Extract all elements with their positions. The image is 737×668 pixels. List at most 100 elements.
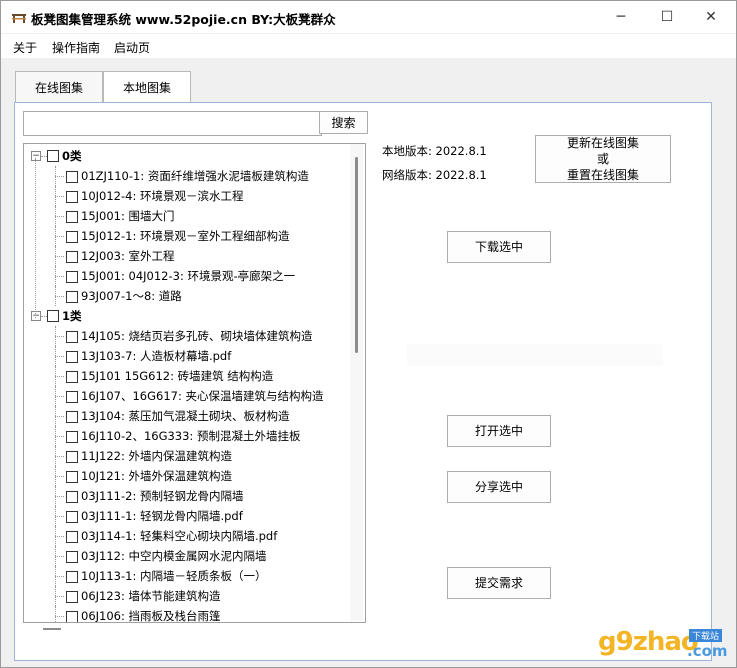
- maximize-button[interactable]: ☐: [644, 1, 690, 33]
- tree-connector: [55, 456, 64, 457]
- item-checkbox[interactable]: [66, 271, 78, 283]
- tree-connector: [55, 196, 64, 197]
- tree-item-label: 93J007-1～8: 道路: [81, 289, 182, 303]
- item-checkbox[interactable]: [66, 451, 78, 463]
- tree-item-label: 16J110-2、16G333: 预制混凝土外墙挂板: [81, 429, 301, 443]
- download-selected-button[interactable]: 下载选中: [447, 231, 551, 263]
- close-button[interactable]: ✕: [688, 1, 734, 33]
- tree-item-label: 06J123: 墙体节能建筑构造: [81, 589, 221, 603]
- item-checkbox[interactable]: [66, 571, 78, 583]
- window-title: 板凳图集管理系统 www.52pojie.cn BY:大板凳群众: [31, 12, 336, 27]
- item-checkbox[interactable]: [66, 411, 78, 423]
- menu-startpage[interactable]: 启动页: [114, 39, 150, 56]
- item-checkbox[interactable]: [66, 551, 78, 563]
- watermark-logo: g9zhao: [598, 627, 699, 657]
- item-checkbox[interactable]: [66, 231, 78, 243]
- item-checkbox[interactable]: [66, 291, 78, 303]
- tree-item-label: 03J114-1: 轻集料空心砌块内隔墙.pdf: [81, 529, 278, 543]
- item-checkbox[interactable]: [66, 511, 78, 523]
- group-checkbox[interactable]: [47, 310, 59, 322]
- vertical-scroll-thumb[interactable]: [355, 157, 358, 353]
- menu-guide[interactable]: 操作指南: [52, 39, 100, 56]
- tree-connector: [55, 176, 64, 177]
- tree-connector: [55, 476, 64, 477]
- net-version-label: 网络版本: 2022.8.1: [382, 168, 487, 182]
- tree-item-label: 13J103-7: 人造板材幕墙.pdf: [81, 349, 232, 363]
- tree-item-label: 15J001: 围墙大门: [81, 209, 175, 223]
- tree-root-connector: [35, 158, 36, 318]
- tab-local-atlas[interactable]: 本地图集: [103, 71, 191, 103]
- tree-connector: [55, 576, 64, 577]
- menu-bar: 关于 操作指南 启动页: [1, 34, 736, 58]
- tree-group-label: 1类: [62, 309, 82, 323]
- minimize-button[interactable]: ─: [598, 1, 644, 33]
- horizontal-scrollbar[interactable]: [24, 621, 350, 629]
- group-checkbox[interactable]: [47, 150, 59, 162]
- tree-connector: [55, 256, 64, 257]
- atlas-tree: − 0类 01ZJ110-1: 资面纤维增强水泥墙板建筑构造 10J012-4: 环境…: [23, 143, 366, 623]
- watermark-badge: 下载站: [689, 629, 723, 642]
- item-checkbox[interactable]: [66, 591, 78, 603]
- tree-connector: [55, 336, 64, 337]
- tree-connector: [55, 436, 64, 437]
- tree-item-label: 03J112: 中空内模金属网水泥内隔墙: [81, 549, 267, 563]
- tree-connector: [55, 216, 64, 217]
- tree-connector: [55, 236, 64, 237]
- tree-connector: [55, 276, 64, 277]
- app-window: 板凳图集管理系统 www.52pojie.cn BY:大板凳群众 关于 操作指南…: [0, 0, 737, 668]
- item-checkbox[interactable]: [66, 531, 78, 543]
- update-line-1: 更新在线图集: [566, 136, 639, 150]
- tree-item-label: 03J111-2: 预制轻钢龙骨内隔墙: [81, 489, 244, 503]
- tree-item-label: 03J111-1: 轻钢龙骨内隔墙.pdf: [81, 509, 243, 523]
- item-checkbox[interactable]: [66, 471, 78, 483]
- search-button[interactable]: 搜索: [319, 111, 368, 134]
- tree-item-label: 15J001: 04J012-3: 环境景观-亭廊架之一: [81, 269, 296, 283]
- horizontal-scroll-thumb[interactable]: [43, 628, 61, 630]
- update-line-3: 重置在线图集: [566, 168, 639, 182]
- item-checkbox[interactable]: [66, 491, 78, 503]
- tree-connector: [55, 496, 64, 497]
- tree-item-label: 15J101 15G612: 砖墙建筑 结构构造: [81, 369, 274, 383]
- tree-item-label: 12J003: 室外工程: [81, 249, 175, 263]
- tree-item-label: 10J113-1: 内隔墙－轻质条板（一）: [81, 569, 267, 583]
- item-checkbox[interactable]: [66, 351, 78, 363]
- item-checkbox[interactable]: [66, 371, 78, 383]
- tree-connector: [55, 416, 64, 417]
- status-area: [407, 344, 663, 366]
- open-selected-button[interactable]: 打开选中: [447, 415, 551, 447]
- tree-item-label: 11J122: 外墙内保温建筑构造: [81, 449, 233, 463]
- update-line-2: 或: [596, 152, 609, 166]
- tree-connector: [55, 616, 64, 617]
- tree-item-label: 13J104: 蒸压加气混凝土砌块、板材构造: [81, 409, 290, 423]
- submit-request-button[interactable]: 提交需求: [447, 567, 551, 599]
- item-checkbox[interactable]: [66, 191, 78, 203]
- tree-connector: [55, 556, 64, 557]
- tree-item-label: 10J121: 外墙外保温建筑构造: [81, 469, 233, 483]
- watermark-domain: .com: [687, 642, 728, 660]
- tree-item-label: 01ZJ110-1: 资面纤维增强水泥墙板建筑构造: [81, 169, 309, 183]
- tree-connector: [55, 516, 64, 517]
- item-checkbox[interactable]: [66, 431, 78, 443]
- search-input[interactable]: [23, 111, 322, 136]
- item-checkbox[interactable]: [66, 331, 78, 343]
- tab-online-atlas[interactable]: 在线图集: [15, 71, 103, 103]
- item-checkbox[interactable]: [66, 171, 78, 183]
- collapse-icon[interactable]: −: [31, 151, 41, 161]
- menu-about[interactable]: 关于: [13, 39, 37, 56]
- update-atlas-button[interactable]: 更新在线图集 或 重置在线图集: [535, 135, 671, 183]
- tree-group-label: 0类: [62, 149, 82, 163]
- tree-item-label: 16J107、16G617: 夹心保温墙建筑与结构构造: [81, 389, 324, 403]
- app-icon: [12, 14, 26, 23]
- item-checkbox[interactable]: [66, 251, 78, 263]
- tree-item-label: 15J012-1: 环境景观－室外工程细部构造: [81, 229, 290, 243]
- tree-connector: [55, 536, 64, 537]
- tree-item-label: 14J105: 烧结页岩多孔砖、砌块墙体建筑构造: [81, 329, 313, 343]
- item-checkbox[interactable]: [66, 391, 78, 403]
- tree-connector: [55, 596, 64, 597]
- share-selected-button[interactable]: 分享选中: [447, 471, 551, 503]
- item-checkbox[interactable]: [66, 211, 78, 223]
- tree-connector: [55, 356, 64, 357]
- tree-connector: [55, 396, 64, 397]
- collapse-icon[interactable]: −: [31, 311, 41, 321]
- tree-connector: [55, 376, 64, 377]
